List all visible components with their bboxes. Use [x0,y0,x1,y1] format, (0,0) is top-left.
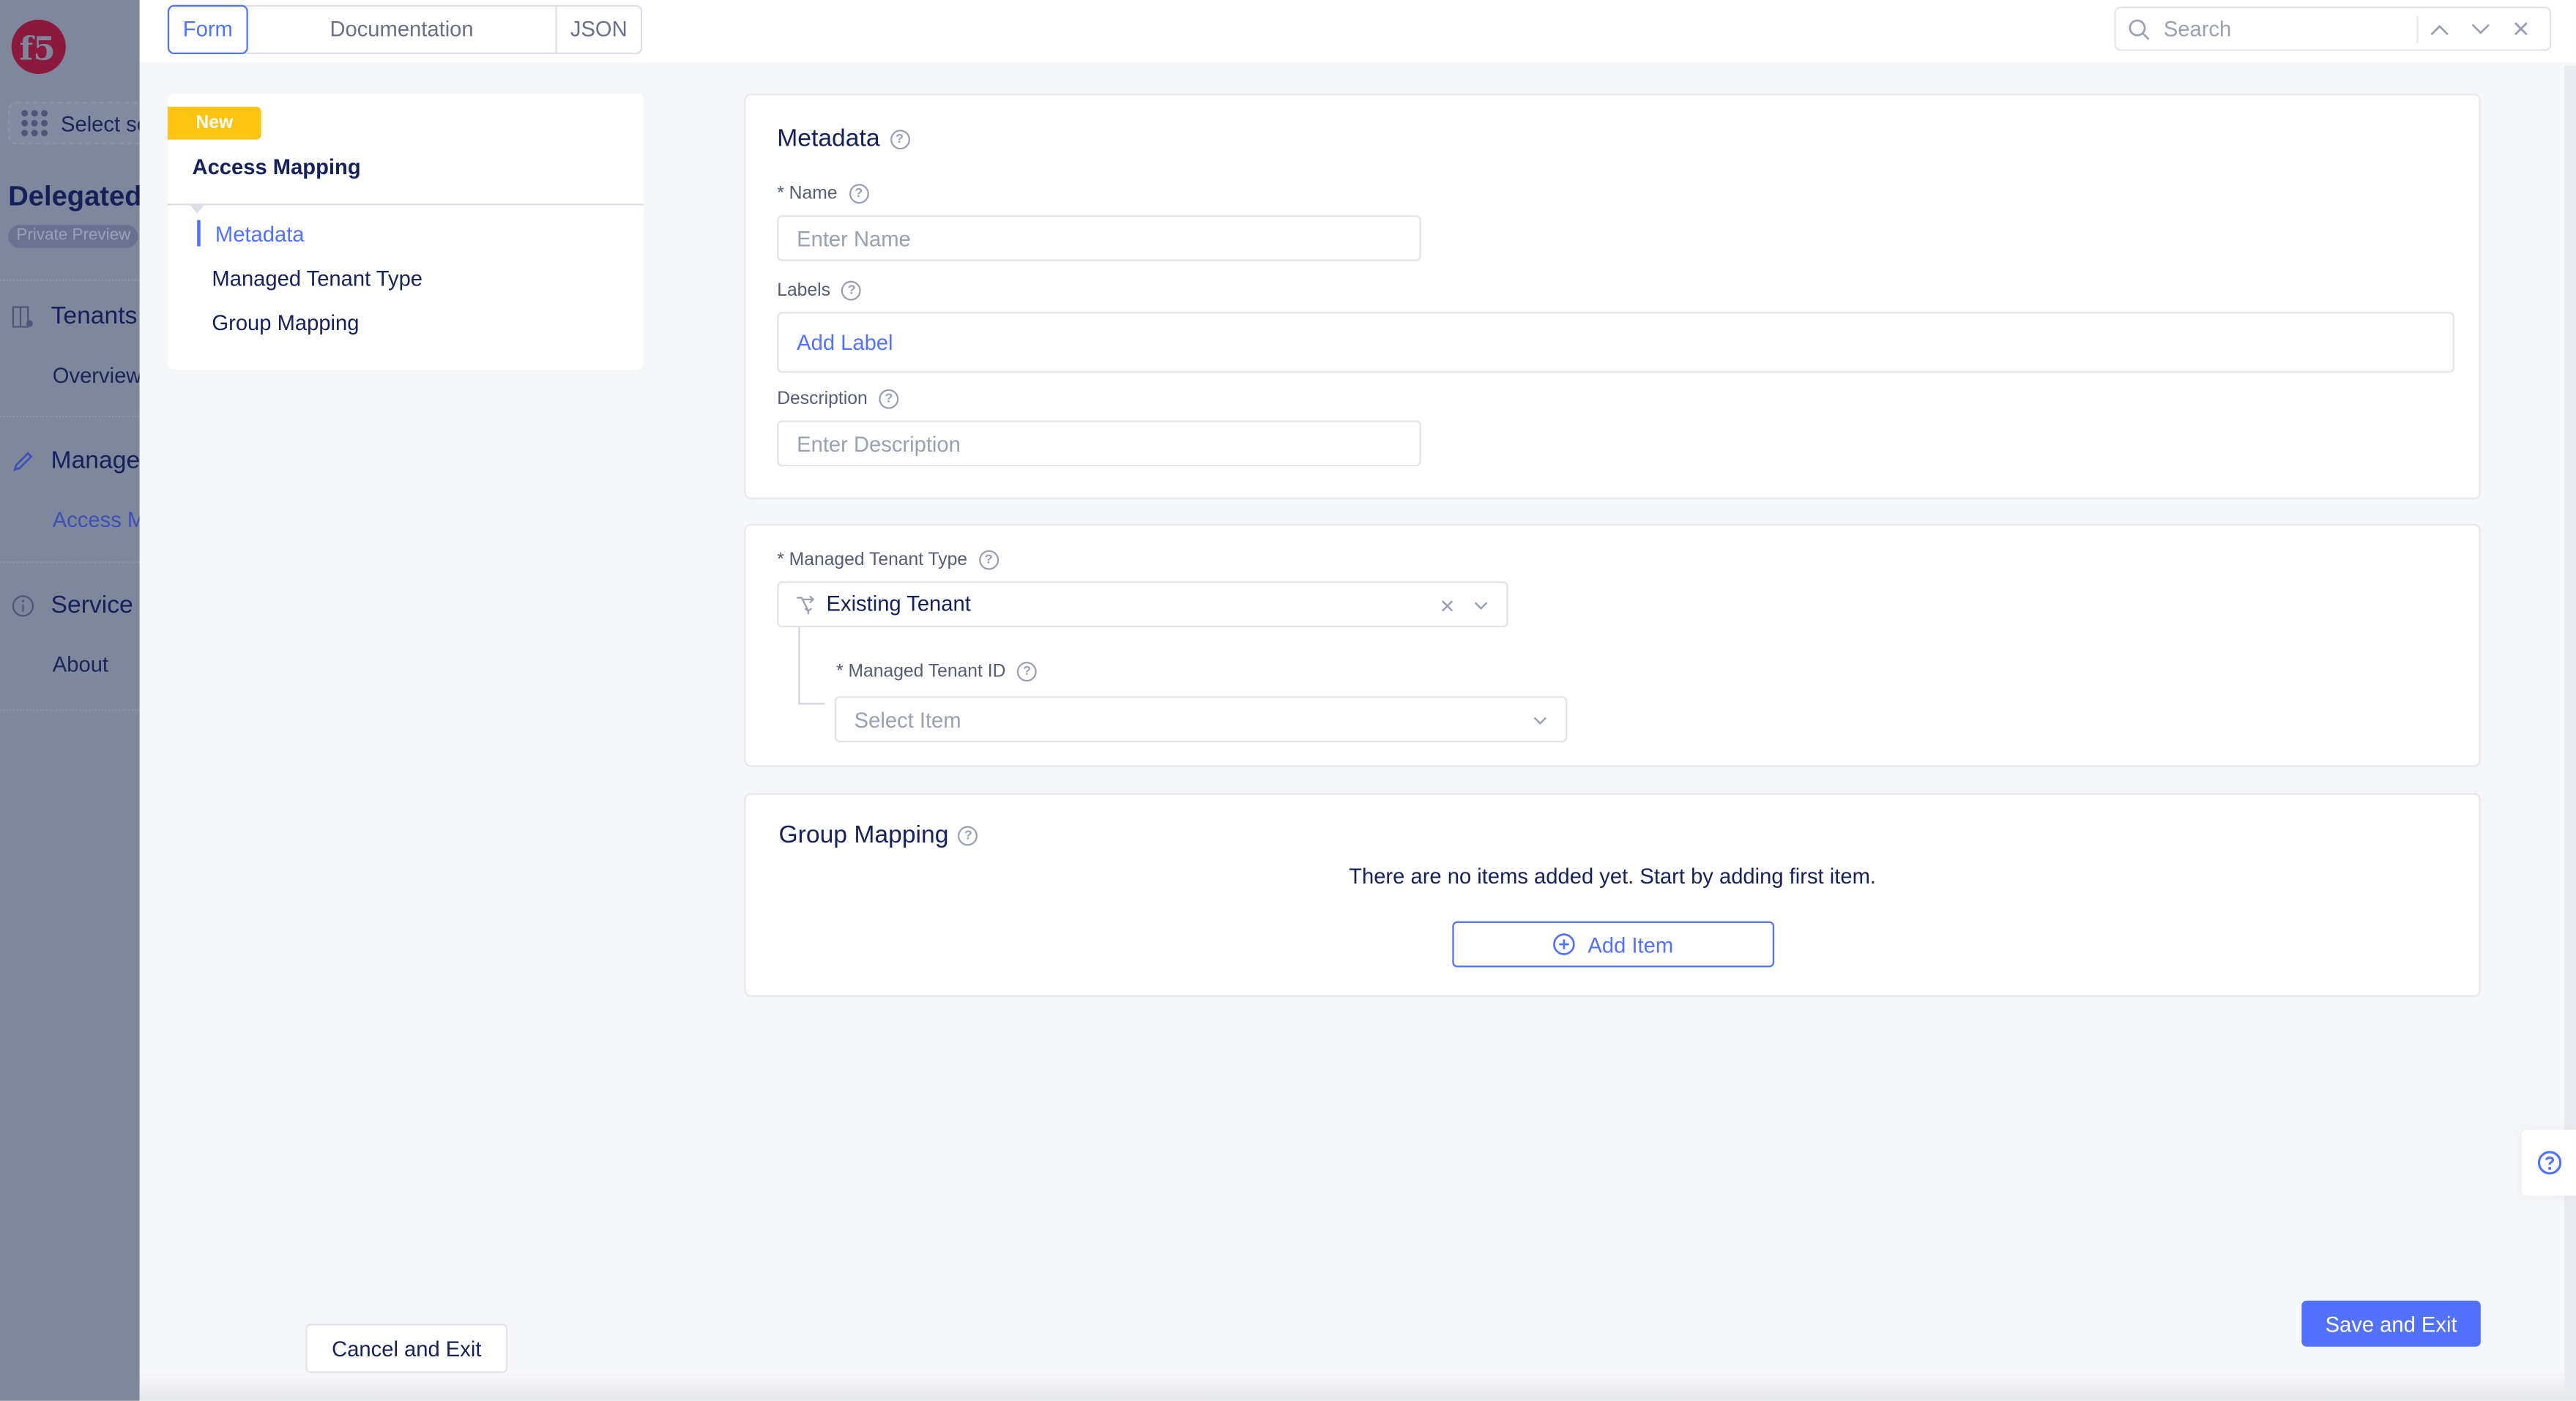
active-step-indicator [197,220,201,247]
search-input[interactable] [2160,15,2413,43]
grid-icon [21,110,48,137]
name-field [777,214,1421,261]
app-sidebar: f5 Select service Delegated Private Prev… [0,0,140,1401]
managed-tenant-id-select[interactable]: Select Item [834,696,1568,743]
view-tabs: Form Documentation JSON [167,4,643,55]
description-input[interactable] [778,422,1420,465]
selected-value: Existing Tenant [826,591,971,616]
new-badge: New [167,106,261,140]
field-label: Description ? [777,389,899,409]
search-box [2114,6,2552,51]
pencil-icon [13,451,33,471]
info-icon [12,594,34,616]
chevron-up-icon [2430,23,2448,34]
form-steps-card: New Access Mapping Metadata Managed Tena… [167,93,644,370]
metadata-title: Metadata [777,124,880,153]
search-next-button[interactable] [2460,22,2501,35]
branch-icon [797,595,815,615]
main-panel: Form Documentation JSON Search New Acces… [139,0,2576,1401]
search-close-button[interactable] [2501,21,2542,36]
nav-section-manage[interactable]: Manage [12,447,140,474]
divider [0,709,140,711]
nav-section-service[interactable]: Service [12,591,133,619]
managed-tenant-id-label: * Managed Tenant ID [835,662,1006,682]
managed-tenant-type-section: * Managed Tenant Type ? Existing Tenant … [744,523,2481,767]
tab-json[interactable]: JSON [557,7,641,53]
tenants-icon [12,305,33,327]
clear-icon[interactable] [1441,599,1454,613]
f5-logo-icon[interactable]: f5 [10,18,67,76]
question-circle-icon [2536,1151,2561,1175]
step-managed-tenant-type[interactable]: Managed Tenant Type [212,266,422,291]
add-label-link[interactable]: Add Label [797,330,893,355]
name-label: * Name [777,184,838,204]
divider [0,279,140,281]
help-icon[interactable]: ? [841,280,862,301]
plus-circle-icon [1554,933,1576,955]
nav-item-access-mapping[interactable]: Access Mapping [53,507,140,532]
labels-field: Add Label [777,312,2454,373]
tab-documentation[interactable]: Documentation [248,6,557,53]
add-item-button[interactable]: Add Item [1452,921,1775,968]
top-bar: Form Documentation JSON [139,0,2576,63]
group-mapping-title: Group Mapping [778,821,949,849]
section-title: Metadata ? [777,125,909,153]
help-icon[interactable]: ? [890,129,909,149]
help-icon[interactable]: ? [958,825,978,845]
field-label: * Name ? [777,184,869,204]
nav-section-tenants[interactable]: Tenants [12,302,138,330]
description-field [777,420,1421,467]
chevron-down-icon [1533,717,1547,725]
private-preview-badge: Private Preview [8,225,139,248]
step-group-mapping[interactable]: Group Mapping [212,310,359,335]
service-selector-label: Select service [61,111,140,136]
field-label: Labels ? [777,280,862,301]
divider [167,203,644,206]
add-item-label: Add Item [1587,932,1674,957]
help-button[interactable] [2521,1129,2576,1196]
help-icon[interactable]: ? [978,550,999,570]
footer-shade [139,1371,2576,1401]
group-mapping-section: Group Mapping ? There are no items added… [744,793,2481,997]
field-label: * Managed Tenant ID ? [835,662,1038,682]
nav-section-label: Tenants [51,302,138,330]
page: f5 Select service Delegated Private Prev… [0,0,2576,1401]
step-metadata[interactable]: Metadata [215,222,305,247]
managed-tenant-type-select[interactable]: Existing Tenant [777,581,1508,628]
managed-tenant-type-label: * Managed Tenant Type [777,550,968,570]
svg-text:f5: f5 [20,30,56,67]
form-title: Access Mapping [192,154,361,179]
service-selector[interactable]: Select service [8,102,140,145]
help-icon[interactable]: ? [849,184,869,204]
save-and-exit-button[interactable]: Save and Exit [2301,1300,2481,1347]
search-previous-button[interactable] [2419,22,2460,35]
nav-item-about[interactable]: About [53,652,108,677]
help-icon[interactable]: ? [1017,662,1038,682]
nav-section-label: Manage [51,447,140,475]
name-input[interactable] [778,217,1420,260]
empty-state-message: There are no items added yet. Start by a… [1349,864,1876,889]
divider [0,415,140,417]
chevron-down-icon [2471,23,2489,34]
divider [0,561,140,564]
description-label: Description [777,389,868,409]
caret-icon [189,203,206,214]
help-icon[interactable]: ? [879,389,899,409]
cancel-and-exit-button[interactable]: Cancel and Exit [305,1323,508,1373]
search-icon [2129,18,2150,40]
metadata-section: Metadata ? * Name ? Labels ? Add Label D… [744,93,2481,500]
close-icon [2514,22,2528,36]
chevron-down-icon[interactable] [1474,601,1489,610]
app-title: Delegated [8,180,140,212]
section-title: Group Mapping ? [778,821,978,849]
field-label: * Managed Tenant Type ? [777,550,999,570]
tree-connector [798,627,825,705]
nav-item-overview[interactable]: Overview [53,363,140,388]
select-placeholder: Select Item [854,707,961,733]
nav-section-label: Service [51,591,133,619]
tab-form[interactable]: Form [167,4,248,55]
labels-label: Labels [777,280,830,301]
